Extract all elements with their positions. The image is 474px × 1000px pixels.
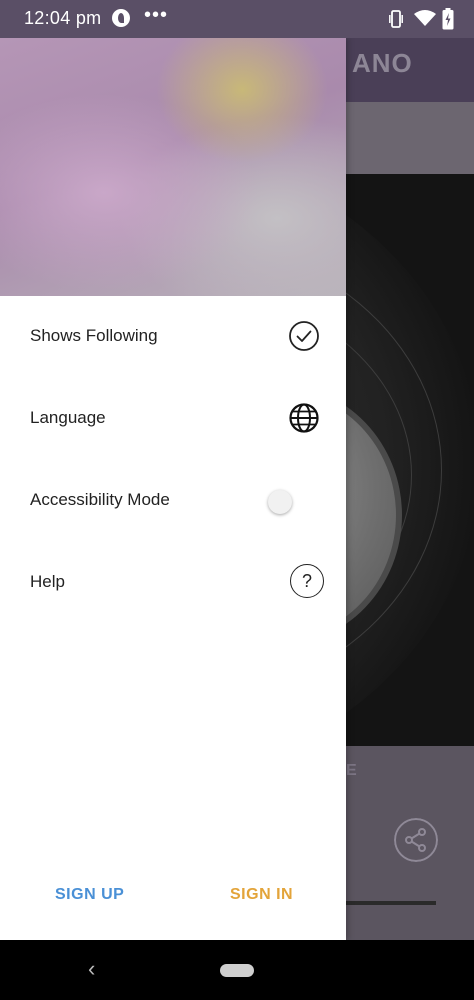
more-notifications-icon: ••• [144, 4, 169, 26]
drawer-item-accessibility-mode[interactable]: Accessibility Mode [0, 460, 346, 542]
help-glyph: ? [301, 571, 312, 591]
sign-in-button[interactable]: SIGN IN [222, 880, 301, 910]
drawer-item-shows-following[interactable]: Shows Following [0, 296, 346, 378]
status-bar: 12:04 pm ••• [0, 0, 474, 38]
status-time: 12:04 pm [24, 8, 102, 28]
drawer-item-label: Accessibility Mode [30, 490, 170, 509]
globe-icon [289, 403, 319, 433]
sign-up-button[interactable]: SIGN UP [47, 880, 132, 910]
system-navigation-bar: ‹ [0, 940, 474, 1000]
drawer-header-image [0, 38, 346, 296]
wifi-icon [414, 10, 436, 26]
home-pill[interactable] [220, 964, 254, 977]
drawer-footer: SIGN UP SIGN IN [0, 880, 346, 920]
background-progress-bar [346, 901, 436, 905]
background-title: ANO [352, 48, 413, 78]
drawer-item-help[interactable]: Help ? [0, 542, 346, 624]
drawer-item-label: Shows Following [30, 326, 158, 345]
check-circle-icon [289, 321, 319, 351]
back-icon[interactable]: ‹ [88, 956, 95, 982]
app-notification-icon [112, 9, 130, 27]
help-circle-icon: ? [290, 564, 324, 598]
accessibility-toggle[interactable] [268, 490, 292, 514]
battery-icon [442, 8, 454, 30]
share-icon[interactable] [394, 818, 438, 862]
background-bottom-text: E [346, 762, 357, 779]
drawer-item-language[interactable]: Language [0, 378, 346, 460]
drawer-item-label: Help [30, 572, 65, 591]
navigation-drawer: Shows Following Language Accessibility M… [0, 38, 346, 940]
drawer-item-label: Language [30, 408, 106, 427]
vibrate-icon [389, 10, 403, 28]
